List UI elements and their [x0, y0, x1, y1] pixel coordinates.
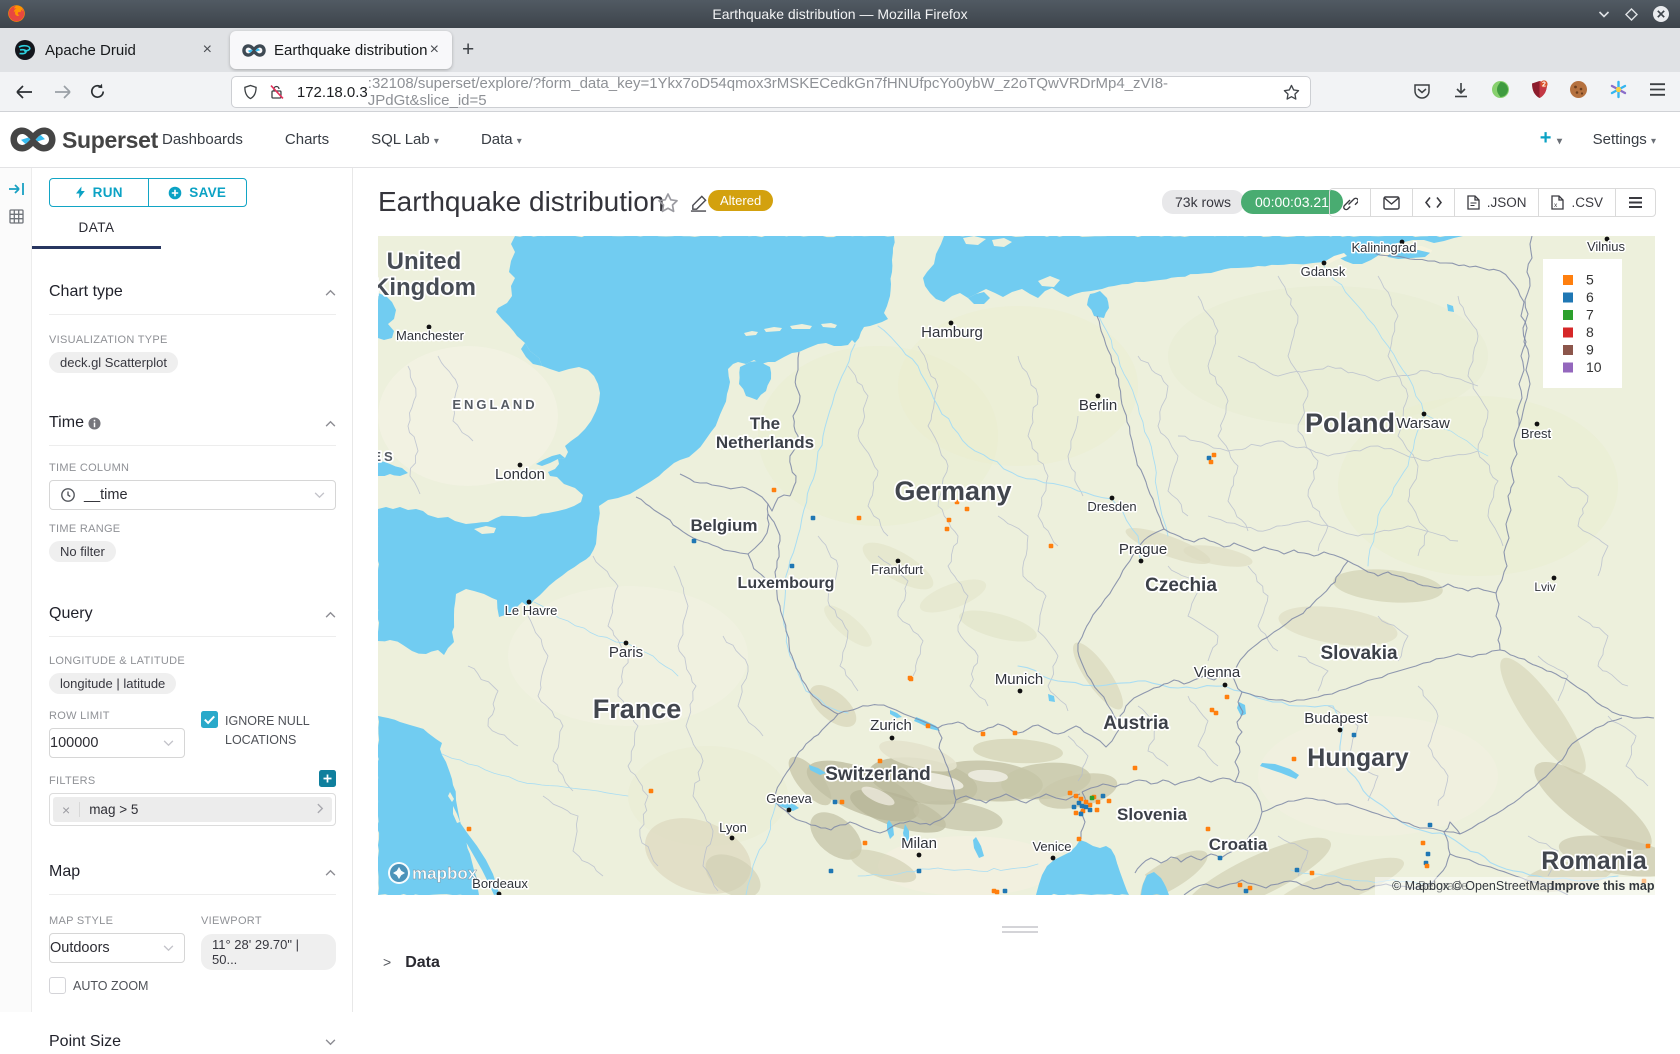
svg-text:Slovenia: Slovenia — [1117, 805, 1187, 824]
svg-text:8: 8 — [1586, 324, 1594, 340]
svg-text:6: 6 — [1586, 289, 1594, 305]
svg-text:The: The — [750, 414, 780, 433]
svg-text:9: 9 — [1586, 342, 1594, 358]
svg-text:Dresden: Dresden — [1087, 499, 1136, 514]
svg-text:Czechia: Czechia — [1145, 575, 1217, 596]
svg-text:Manchester: Manchester — [396, 328, 465, 343]
svg-text:© Mapbox © OpenStreetMap: © Mapbox © OpenStreetMap — [1392, 879, 1554, 893]
svg-text:Switzerland: Switzerland — [825, 764, 931, 785]
svg-text:Berlin: Berlin — [1079, 397, 1117, 414]
svg-text:Vienna: Vienna — [1194, 664, 1241, 681]
svg-text:Slovakia: Slovakia — [1320, 643, 1398, 664]
svg-text:Prague: Prague — [1119, 541, 1167, 558]
svg-text:Germany: Germany — [894, 476, 1011, 506]
svg-text:Lyon: Lyon — [719, 820, 747, 835]
svg-text:Kaliningrad: Kaliningrad — [1351, 240, 1416, 255]
svg-text:Vilnius: Vilnius — [1587, 239, 1626, 254]
svg-text:Romania: Romania — [1541, 847, 1648, 875]
svg-text:Croatia: Croatia — [1209, 835, 1268, 854]
svg-text:Budapest: Budapest — [1304, 710, 1368, 727]
svg-text:ENGLAND: ENGLAND — [452, 397, 537, 412]
svg-text:Venice: Venice — [1032, 839, 1071, 854]
svg-text:United: United — [387, 248, 462, 275]
svg-text:10: 10 — [1586, 359, 1602, 375]
svg-text:7: 7 — [1586, 307, 1594, 323]
svg-text:Frankfurt: Frankfurt — [871, 562, 923, 577]
svg-text:Austria: Austria — [1103, 713, 1169, 734]
svg-text:Warsaw: Warsaw — [1396, 415, 1450, 432]
svg-text:x: x — [1554, 202, 1558, 209]
svg-text:London: London — [495, 466, 545, 483]
svg-text:2: 2 — [1542, 82, 1546, 89]
svg-text:Munich: Munich — [995, 671, 1043, 688]
svg-text:5: 5 — [1586, 272, 1594, 288]
svg-text:Zurich: Zurich — [870, 717, 912, 734]
svg-text:Paris: Paris — [609, 644, 643, 661]
svg-text:Kingdom: Kingdom — [378, 274, 476, 301]
svg-text:Milan: Milan — [901, 835, 937, 852]
svg-text:Poland: Poland — [1305, 408, 1395, 438]
svg-text:Brest: Brest — [1521, 426, 1552, 441]
svg-text:Improve this map: Improve this map — [1551, 879, 1655, 893]
svg-text:Luxembourg: Luxembourg — [738, 575, 835, 592]
svg-text:Geneva: Geneva — [766, 791, 812, 806]
svg-text:Belgium: Belgium — [690, 516, 757, 535]
svg-text:Netherlands: Netherlands — [716, 433, 814, 452]
svg-text:France: France — [593, 694, 682, 724]
svg-text:Lviv: Lviv — [1534, 580, 1555, 594]
svg-text:Le Havre: Le Havre — [505, 603, 558, 618]
svg-text:Gdansk: Gdansk — [1301, 264, 1346, 279]
svg-text:Hungary: Hungary — [1307, 744, 1409, 772]
svg-text:ES: ES — [378, 449, 396, 464]
svg-text:Hamburg: Hamburg — [921, 324, 983, 341]
svg-text:Bordeaux: Bordeaux — [472, 876, 528, 891]
svg-text:mapbox: mapbox — [412, 864, 478, 883]
